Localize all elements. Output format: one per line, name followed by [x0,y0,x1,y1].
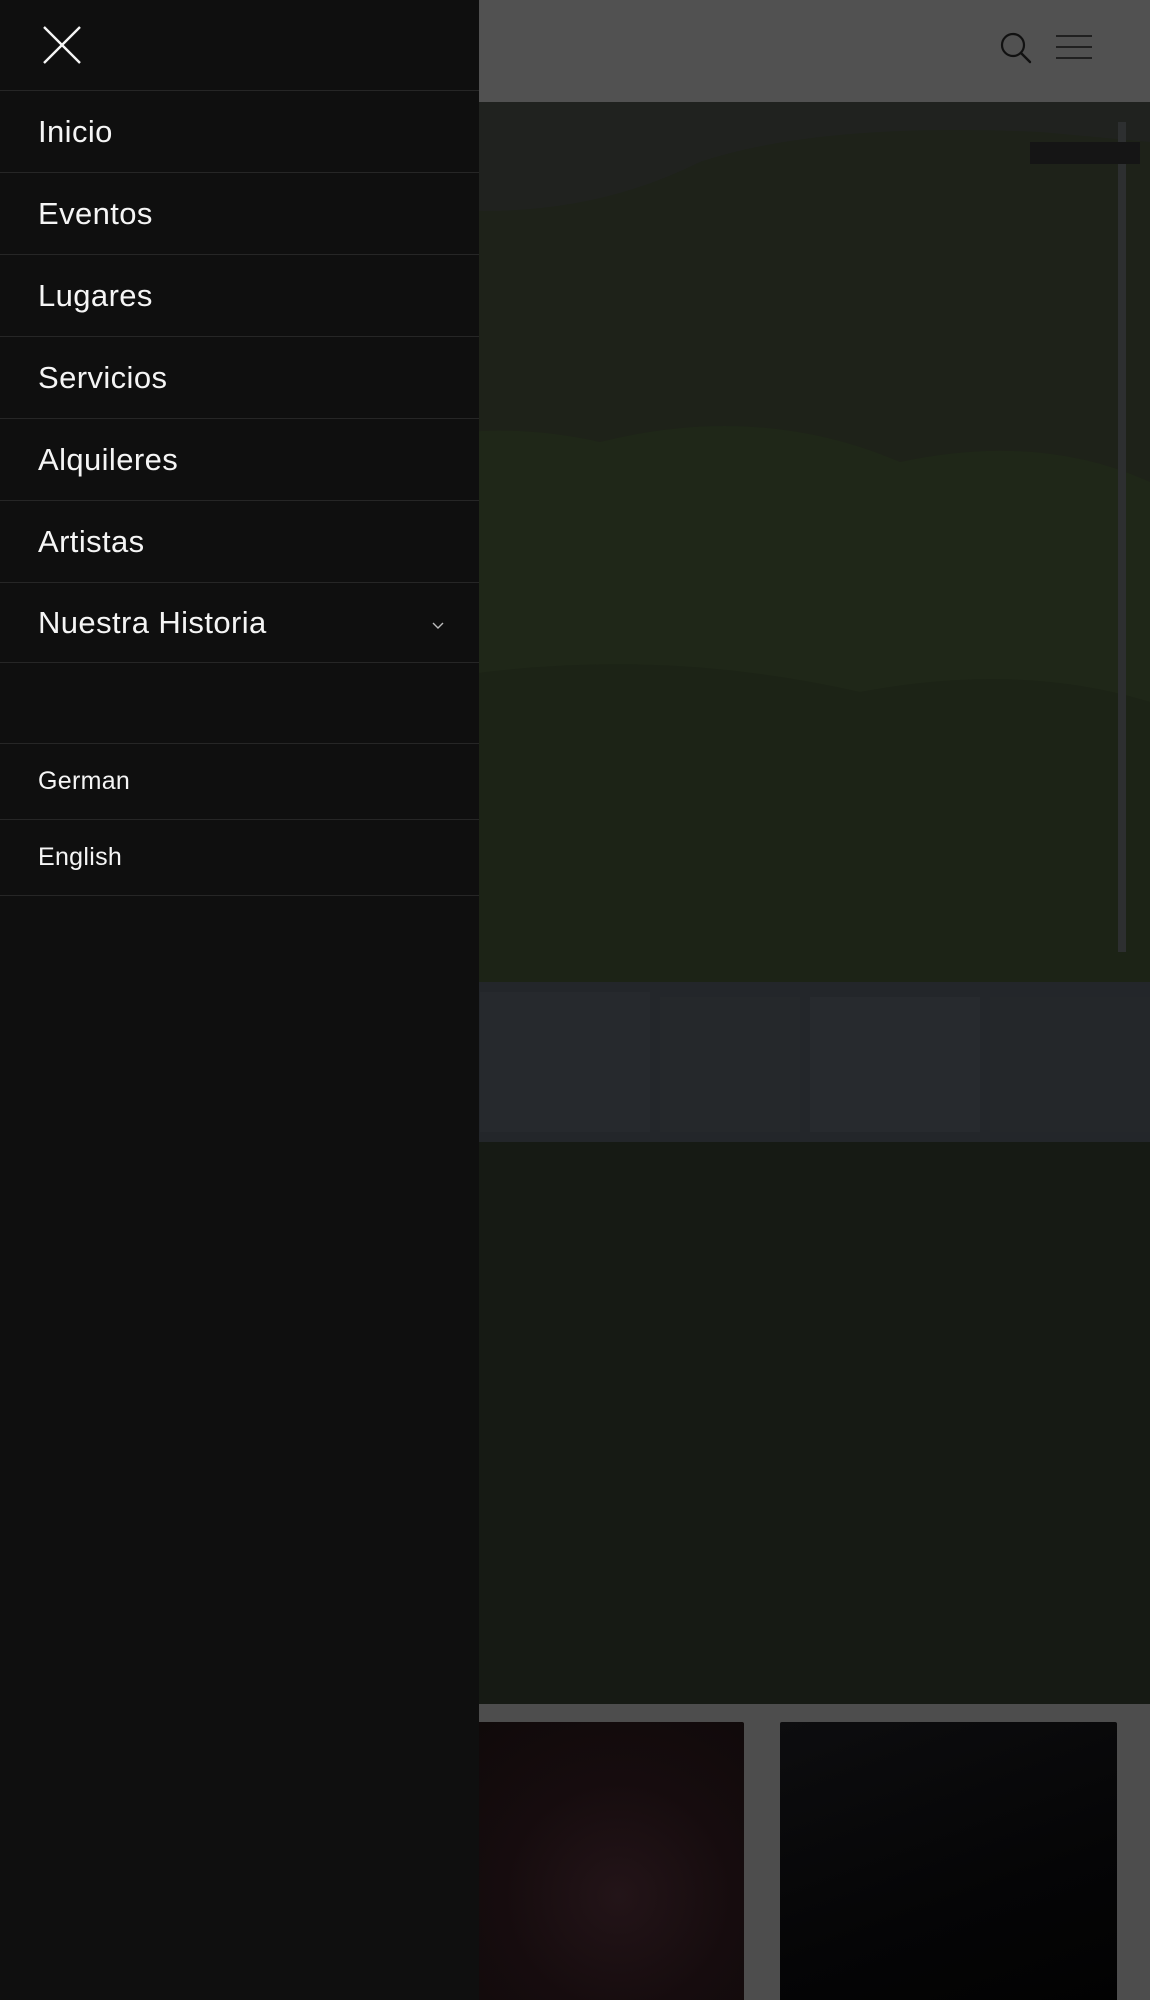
language-option-german[interactable]: German [0,744,479,820]
page: Inicio Eventos Lugares Servicios Alquile… [0,0,1150,2000]
menu-item-alquileres[interactable]: Alquileres [0,419,479,501]
navigation-drawer: Inicio Eventos Lugares Servicios Alquile… [0,0,479,2000]
menu-item-label: Alquileres [38,441,179,477]
chevron-down-icon[interactable] [431,617,445,629]
event-card-image[interactable] [780,1722,1117,2000]
menu-item-inicio[interactable]: Inicio [0,91,479,173]
language-option-english[interactable]: English [0,820,479,896]
search-icon[interactable] [996,28,1036,68]
language-label: English [38,843,123,871]
menu-item-artistas[interactable]: Artistas [0,501,479,583]
menu-item-lugares[interactable]: Lugares [0,255,479,337]
menu-item-servicios[interactable]: Servicios [0,337,479,419]
drawer-top [0,0,479,91]
menu-item-label: Servicios [38,359,168,395]
menu-item-nuestra-historia[interactable]: Nuestra Historia [0,583,479,663]
language-label: German [38,767,131,795]
menu-item-label: Inicio [38,113,113,149]
menu-item-label: Lugares [38,277,153,313]
submenu-spacer [0,663,479,744]
menu-item-label: Nuestra Historia [38,604,267,640]
close-icon[interactable] [40,23,84,67]
menu-item-label: Eventos [38,195,153,231]
menu-list: Inicio Eventos Lugares Servicios Alquile… [0,91,479,663]
menu-item-eventos[interactable]: Eventos [0,173,479,255]
header-icons [996,28,1094,68]
menu-item-label: Artistas [38,523,145,559]
hamburger-menu-icon[interactable] [1054,28,1094,68]
